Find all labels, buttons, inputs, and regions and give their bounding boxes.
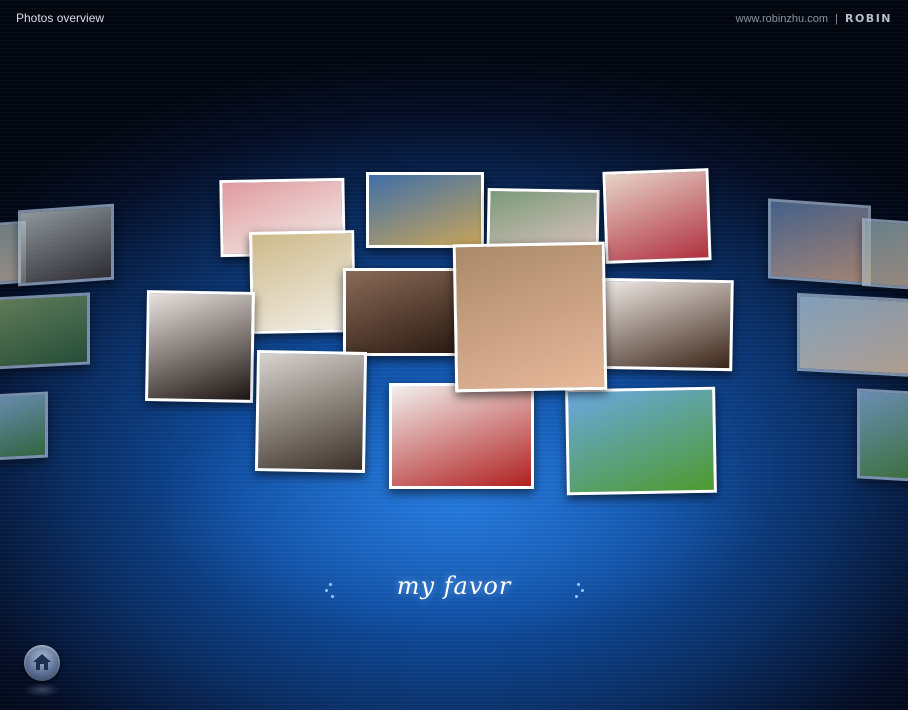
home-icon: [33, 654, 51, 670]
photo-sky-field[interactable]: [366, 172, 484, 248]
photo-right-couple[interactable]: [768, 198, 871, 286]
brand-separator: |: [835, 13, 838, 25]
home-button-reflection: [24, 683, 60, 697]
header-bar: Photos overview www.robinzhu.com | ROBIN: [0, 0, 908, 36]
photo-left-leaves[interactable]: [0, 292, 90, 370]
photo-brunette-woman[interactable]: [593, 277, 734, 372]
photo-young-man[interactable]: [254, 350, 368, 473]
photo-left-woman[interactable]: [18, 203, 114, 287]
photo-smiling-woman-large[interactable]: [452, 241, 608, 393]
gallery-caption: my favor: [396, 572, 512, 600]
photo-puppy[interactable]: [249, 230, 356, 334]
photo-fashion-woman[interactable]: [389, 383, 534, 489]
photo-right-tree[interactable]: [857, 388, 908, 482]
photo-left-tree[interactable]: [0, 391, 48, 461]
brand: www.robinzhu.com | ROBIN: [736, 12, 892, 25]
photo-right-edge[interactable]: [862, 218, 908, 290]
site-url-link[interactable]: www.robinzhu.com: [736, 13, 828, 25]
photo-curly-hair-woman[interactable]: [343, 268, 460, 356]
page-title: Photos overview: [16, 11, 105, 25]
home-button[interactable]: [24, 645, 60, 681]
caption-right-dots: [575, 583, 587, 599]
robin-logo: ROBIN: [844, 12, 892, 25]
caption-left-dots: [325, 583, 337, 599]
photo-right-cartoon[interactable]: [797, 292, 908, 378]
photo-green-hill-tree[interactable]: [565, 386, 717, 496]
photo-asian-woman-smile[interactable]: [145, 290, 255, 403]
photo-woman-red-top[interactable]: [602, 168, 712, 264]
